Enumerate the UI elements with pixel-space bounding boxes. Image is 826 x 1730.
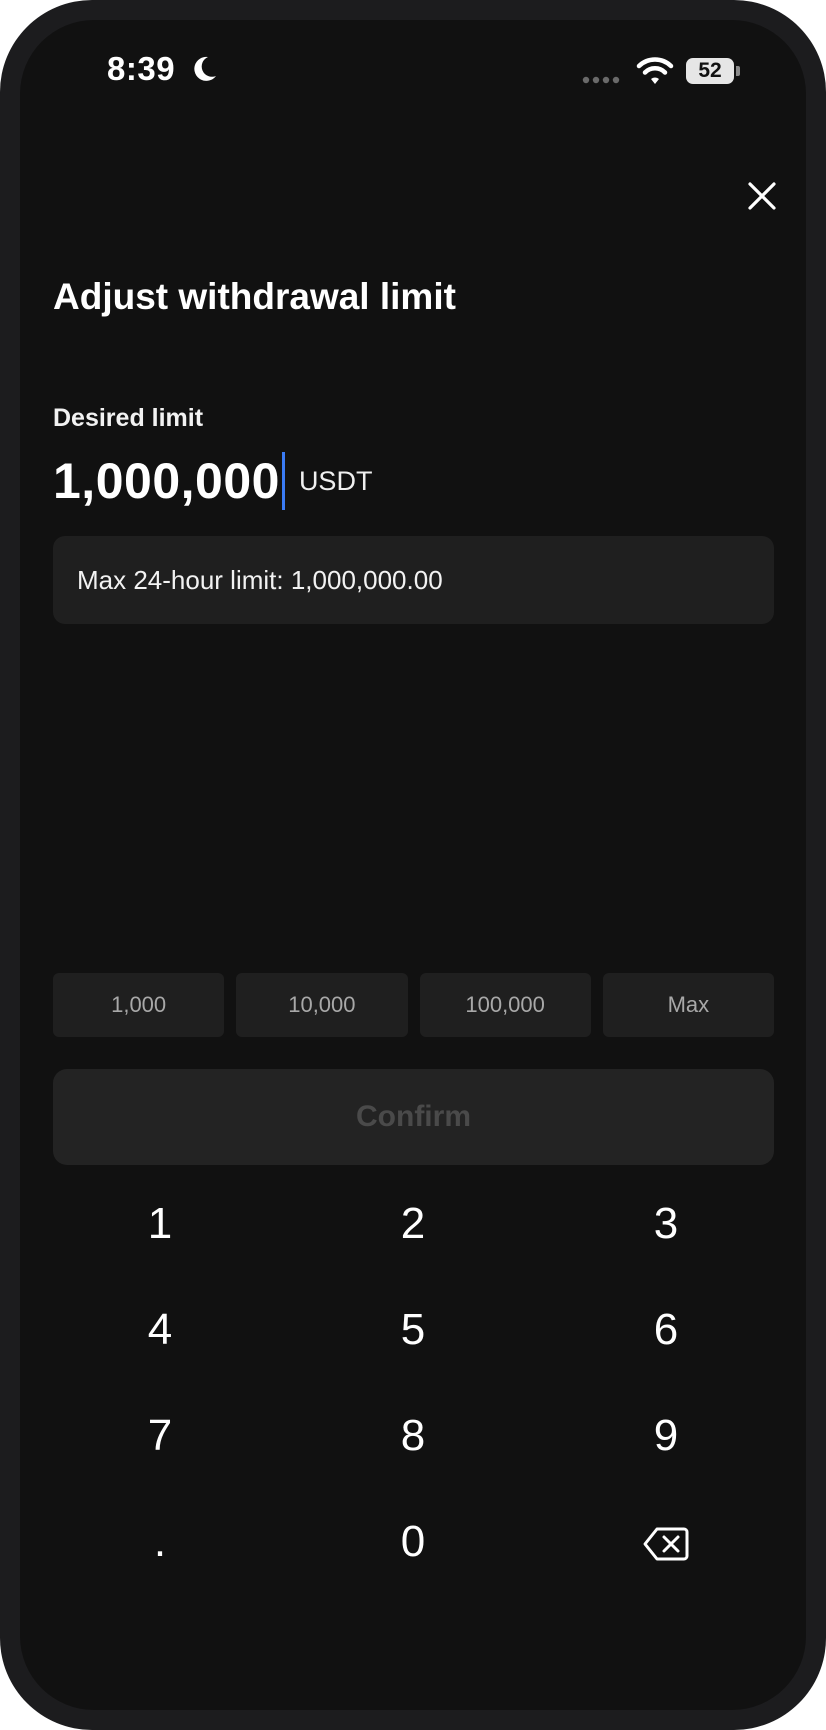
cellular-signal-icon	[582, 76, 620, 84]
limit-input-value: 1,000,000	[53, 453, 280, 509]
preset-1000-button[interactable]: 1,000	[53, 973, 225, 1037]
close-icon	[748, 182, 776, 210]
battery-icon: 52	[686, 58, 740, 84]
desired-limit-label: Desired limit	[53, 404, 204, 432]
key-0[interactable]: 0	[323, 1492, 503, 1592]
preset-100000-button[interactable]: 100,000	[419, 973, 591, 1037]
key-2[interactable]: 2	[323, 1174, 503, 1274]
key-3[interactable]: 3	[576, 1174, 756, 1274]
max-limit-info: Max 24-hour limit: 1,000,000.00	[53, 536, 774, 624]
currency-unit: USDT	[298, 466, 373, 496]
preset-max-button[interactable]: Max	[602, 973, 774, 1037]
screen: 8:39 52 Adjust withdrawal limit Desired …	[20, 20, 806, 1710]
key-8[interactable]: 8	[323, 1386, 503, 1486]
backspace-icon	[643, 1527, 689, 1561]
battery-cap	[736, 66, 740, 76]
close-button[interactable]	[734, 168, 790, 224]
key-decimal[interactable]: .	[70, 1492, 250, 1592]
wifi-icon	[636, 57, 674, 84]
text-caret	[281, 452, 285, 510]
page-title: Adjust withdrawal limit	[53, 276, 456, 317]
limit-input[interactable]: 1,000,000 USDT	[53, 448, 372, 514]
preset-10000-button[interactable]: 10,000	[236, 973, 408, 1037]
key-7[interactable]: 7	[70, 1386, 250, 1486]
key-6[interactable]: 6	[576, 1280, 756, 1380]
key-backspace[interactable]	[576, 1492, 756, 1592]
key-9[interactable]: 9	[576, 1386, 756, 1486]
phone-frame: 8:39 52 Adjust withdrawal limit Desired …	[0, 0, 826, 1730]
status-time: 8:39	[107, 50, 176, 87]
battery-level: 52	[698, 59, 722, 82]
key-4[interactable]: 4	[70, 1280, 250, 1380]
moon-icon	[194, 56, 216, 81]
key-5[interactable]: 5	[323, 1280, 503, 1380]
preset-amounts: 1,000 10,000 100,000 Max	[53, 973, 774, 1037]
confirm-button[interactable]: Confirm	[53, 1069, 774, 1165]
key-1[interactable]: 1	[70, 1174, 250, 1274]
